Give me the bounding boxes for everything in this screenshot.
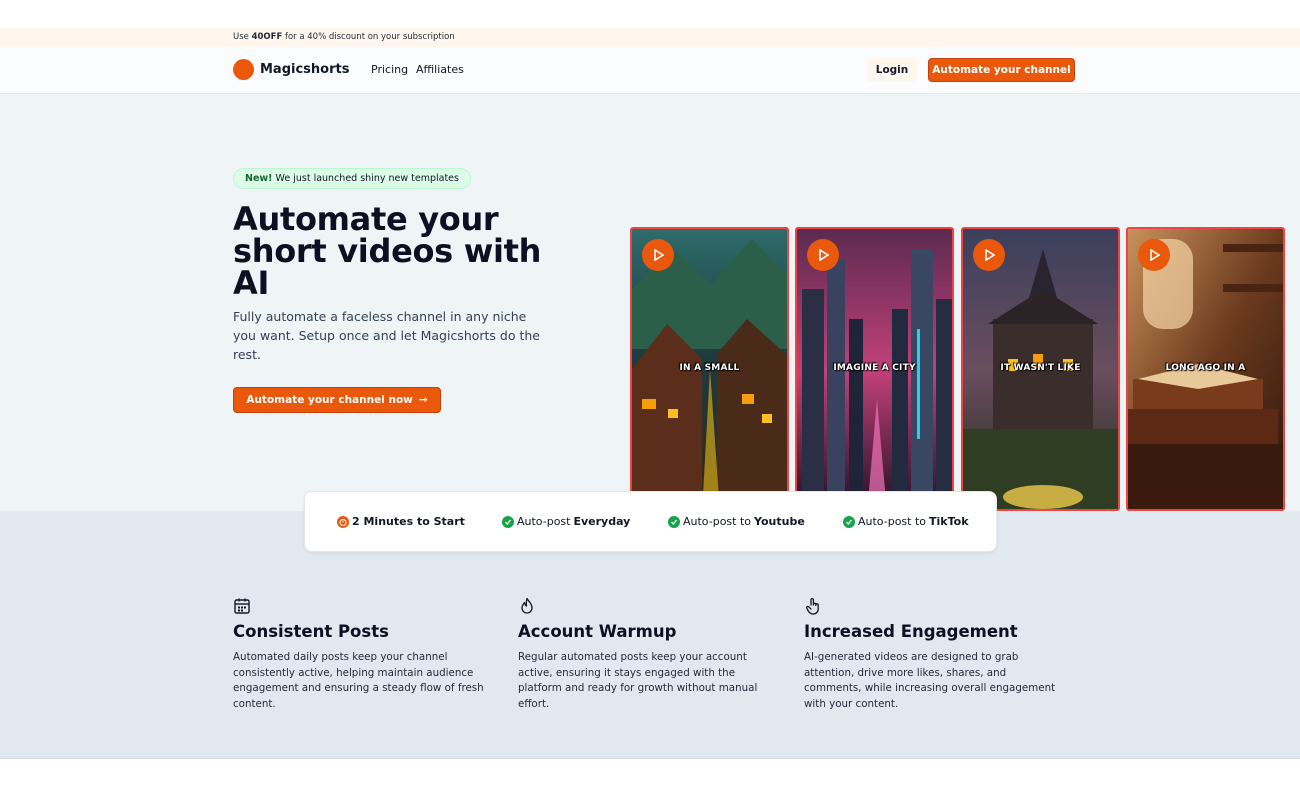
login-button[interactable]: Login (867, 58, 917, 82)
benefit-text: AI-generated videos are designed to grab… (804, 651, 1056, 710)
video-caption: LONG AGO IN A (1165, 363, 1246, 373)
hero-title: Automate your short videos with AI (233, 200, 542, 302)
features-strip: 2 Minutes to Start Auto-post Everyday Au… (304, 491, 997, 552)
nav-link-affiliates[interactable]: Affiliates (416, 63, 464, 76)
video-card-2[interactable]: IMAGINE A CITY (795, 227, 954, 511)
promo-bar: Use 40OFF for a 40% discount on your sub… (0, 28, 1300, 47)
calendar-icon (234, 598, 250, 614)
check-icon (502, 515, 514, 528)
benefit-title: Increased Engagement (804, 622, 1018, 641)
benefit-text: Regular automated posts keep your accoun… (518, 651, 758, 710)
feature-everyday: Auto-post Everyday (502, 515, 630, 528)
hero-cta-label: Automate your channel now (246, 394, 413, 406)
video-card-4[interactable]: LONG AGO IN A (1126, 227, 1285, 511)
play-icon (985, 249, 995, 261)
pointer-icon (806, 598, 819, 615)
play-button[interactable] (1138, 239, 1170, 271)
hero-cta-button[interactable]: Automate your channel now → (233, 387, 441, 413)
timer-icon (337, 515, 349, 528)
check-icon (843, 515, 855, 528)
feature-start: 2 Minutes to Start (337, 515, 465, 528)
brand-name[interactable]: Magicshorts (260, 62, 349, 77)
play-button[interactable] (807, 239, 839, 271)
feature-youtube: Auto-post to Youtube (668, 515, 805, 528)
promo-text: Use 40OFF for a 40% discount on your sub… (233, 32, 455, 42)
benefit-account-warmup: Account Warmup Regular automated posts k… (518, 597, 778, 712)
video-caption: IN A SMALL (679, 363, 740, 373)
video-card-1[interactable]: IN A SMALL (630, 227, 789, 511)
benefit-increased-engagement: Increased Engagement AI-generated videos… (804, 597, 1064, 712)
benefit-title: Consistent Posts (233, 622, 389, 641)
hero-section: New! We just launched shiny new templates… (0, 94, 1300, 511)
play-icon (654, 249, 664, 261)
navbar: Magicshorts Pricing Affiliates Login Aut… (0, 47, 1300, 94)
arrow-right-icon: → (418, 394, 428, 406)
benefit-title: Account Warmup (518, 622, 677, 641)
video-caption: IMAGINE A CITY (833, 363, 916, 373)
logo-icon[interactable] (233, 59, 254, 80)
play-icon (1150, 249, 1160, 261)
video-caption: IT WASN'T LIKE (1000, 363, 1081, 373)
play-button[interactable] (642, 239, 674, 271)
nav-link-pricing[interactable]: Pricing (371, 63, 408, 76)
play-icon (819, 249, 829, 261)
benefit-text: Automated daily posts keep your channel … (233, 651, 484, 710)
automate-channel-button[interactable]: Automate your channel (928, 58, 1075, 82)
flame-icon (521, 597, 533, 614)
benefit-consistent-posts: Consistent Posts Automated daily posts k… (233, 597, 493, 712)
check-icon (668, 515, 680, 528)
video-card-3[interactable]: IT WASN'T LIKE (961, 227, 1120, 511)
hero-subtitle: Fully automate a faceless channel in any… (233, 309, 540, 362)
feature-tiktok: Auto-post to TikTok (843, 515, 969, 528)
play-button[interactable] (973, 239, 1005, 271)
new-badge[interactable]: New! We just launched shiny new templates (233, 168, 471, 189)
